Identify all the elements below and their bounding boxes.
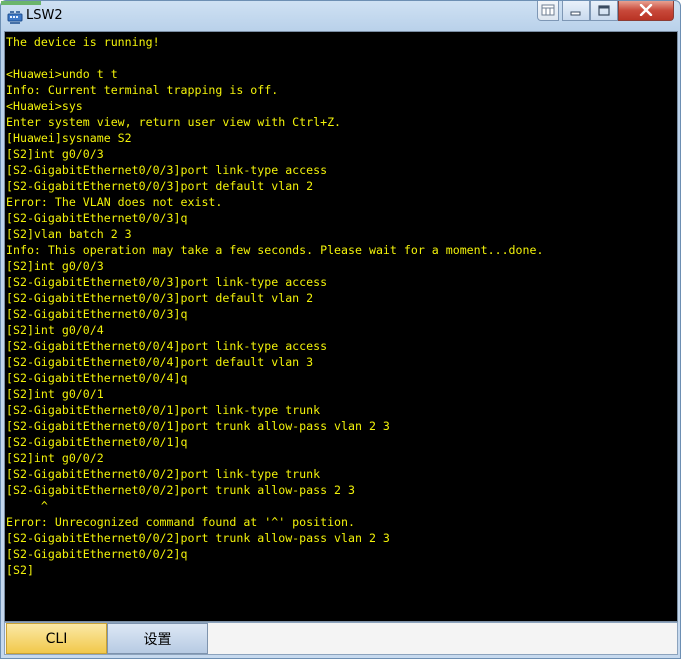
window-title: LSW2 [26, 8, 63, 23]
terminal-line: [S2-GigabitEthernet0/0/3]port link-type … [6, 275, 328, 289]
minimize-icon [570, 1, 582, 20]
terminal-line: [S2]int g0/0/2 [6, 451, 104, 465]
terminal-line: <Huawei>undo t t [6, 67, 118, 81]
terminal-line: ^ [6, 499, 48, 513]
terminal-line: [S2-GigabitEthernet0/0/4]port default vl… [6, 355, 314, 369]
terminal-line: [S2-GigabitEthernet0/0/3]port default vl… [6, 179, 314, 193]
terminal-line: [S2-GigabitEthernet0/0/1]port trunk allo… [6, 419, 390, 433]
maximize-icon [598, 1, 610, 20]
terminal-line: [S2] [6, 563, 34, 577]
restore-icon [541, 1, 555, 20]
terminal-line: [S2]int g0/0/1 [6, 387, 104, 401]
terminal-line: Error: Unrecognized command found at '^'… [6, 515, 356, 529]
terminal-line: [S2-GigabitEthernet0/0/3]q [6, 307, 188, 321]
terminal-line: [S2]int g0/0/3 [6, 147, 104, 161]
terminal-line: [S2]int g0/0/4 [6, 323, 104, 337]
terminal-line: [S2-GigabitEthernet0/0/2]port trunk allo… [6, 483, 356, 497]
title-bar[interactable]: LSW2 [1, 1, 680, 31]
switch-icon [7, 9, 23, 25]
terminal-line: Info: Current terminal trapping is off. [6, 83, 279, 97]
tab-settings[interactable]: 设置 [107, 623, 208, 654]
restore-button[interactable] [537, 1, 559, 21]
bottom-tab-bar: CLI 设置 [4, 622, 678, 655]
terminal-line: Error: The VLAN does not exist. [6, 195, 223, 209]
terminal-line: [S2-GigabitEthernet0/0/4]q [6, 371, 188, 385]
terminal-line: Enter system view, return user view with… [6, 115, 342, 129]
terminal-line: The device is running! [6, 35, 160, 49]
cli-window: LSW2 The device is running! <Huawei>undo… [0, 0, 681, 659]
tab-cli[interactable]: CLI [6, 623, 107, 654]
terminal-line: [S2-GigabitEthernet0/0/2]q [6, 547, 188, 561]
terminal-line: [S2-GigabitEthernet0/0/3]port default vl… [6, 291, 314, 305]
terminal-line: [S2-GigabitEthernet0/0/4]port link-type … [6, 339, 328, 353]
minimize-button[interactable] [562, 1, 590, 21]
terminal-line: [S2]int g0/0/3 [6, 259, 104, 273]
terminal-line: [Huawei]sysname S2 [6, 131, 132, 145]
terminal-line: <Huawei>sys [6, 99, 83, 113]
terminal-line: [S2-GigabitEthernet0/0/1]port link-type … [6, 403, 321, 417]
terminal-line: [S2]vlan batch 2 3 [6, 227, 132, 241]
terminal-line: [S2-GigabitEthernet0/0/1]q [6, 435, 188, 449]
maximize-button[interactable] [590, 1, 618, 21]
terminal-line: Info: This operation may take a few seco… [6, 243, 544, 257]
close-button[interactable] [618, 1, 674, 21]
terminal-line: [S2-GigabitEthernet0/0/3]q [6, 211, 188, 225]
close-icon [639, 1, 653, 20]
terminal-line: [S2-GigabitEthernet0/0/3]port link-type … [6, 163, 328, 177]
terminal-line: [S2-GigabitEthernet0/0/2]port link-type … [6, 467, 321, 481]
terminal-output[interactable]: The device is running! <Huawei>undo t t In… [4, 31, 678, 622]
terminal-line: [S2-GigabitEthernet0/0/2]port trunk allo… [6, 531, 390, 545]
